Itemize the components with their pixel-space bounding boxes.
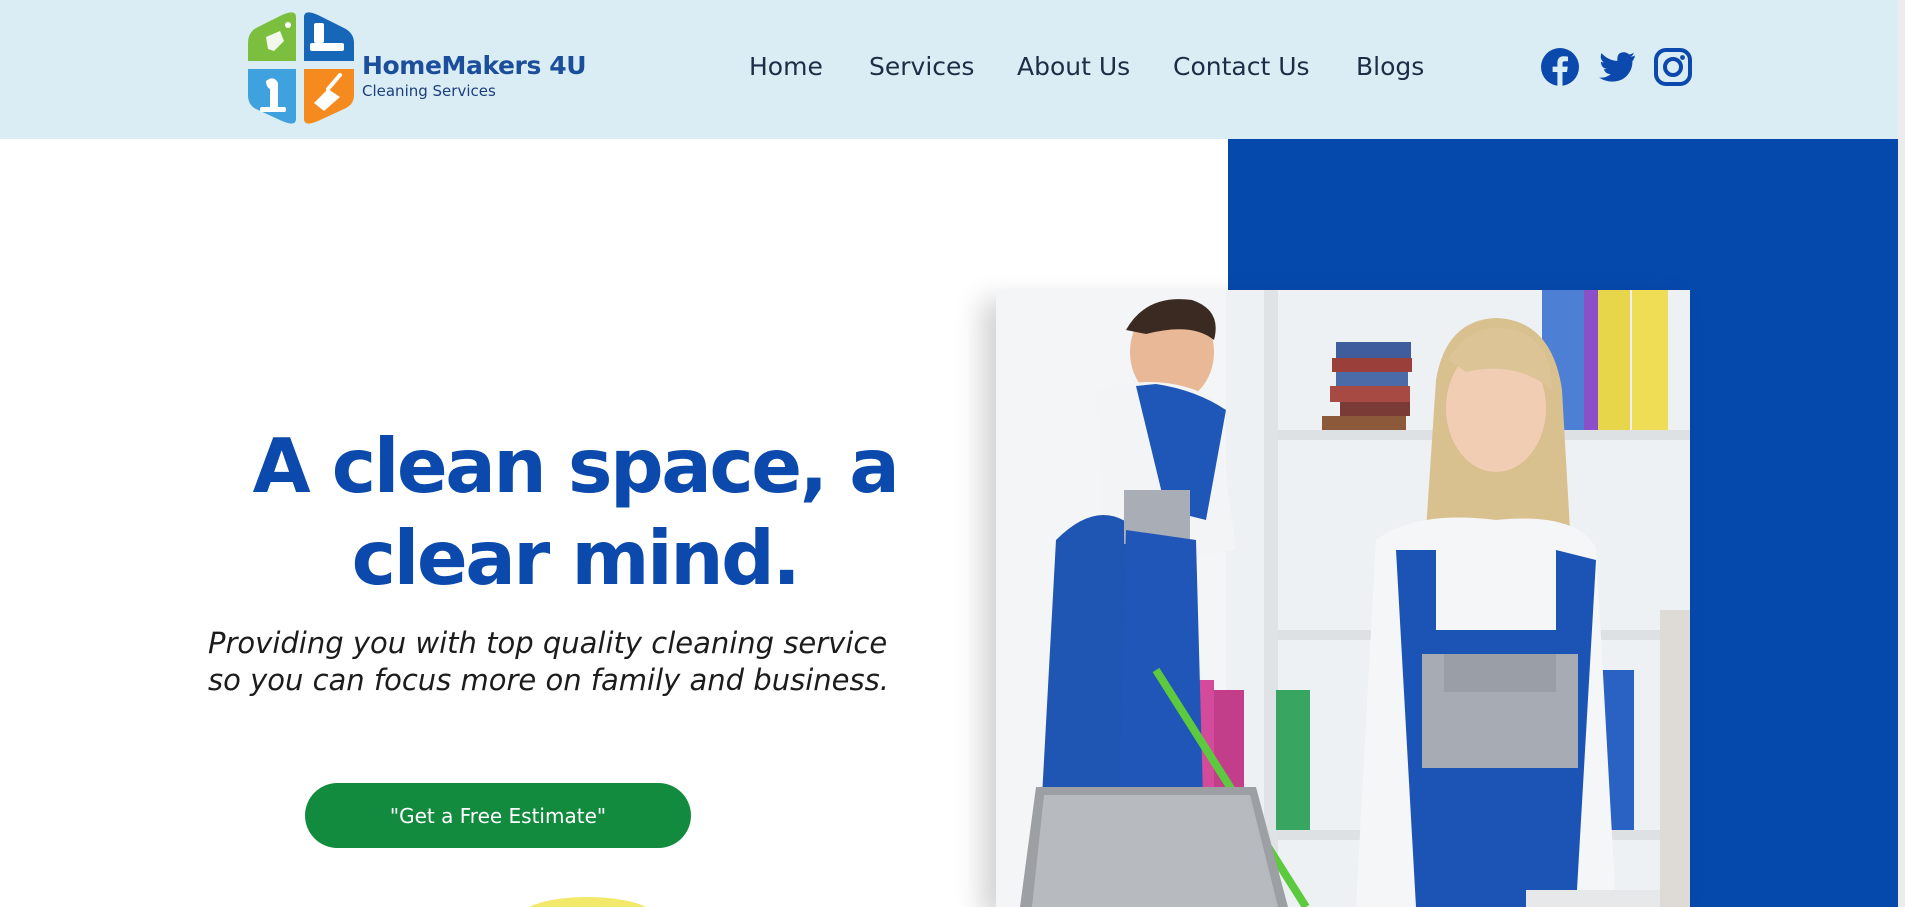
brand-logo[interactable]: HomeMakers 4U Cleaning Services [244,11,587,127]
logo-mark-icon [248,12,354,124]
nav-item-home[interactable]: Home [749,52,823,81]
brand-name: HomeMakers 4U [362,51,587,80]
hero-subtitle-line-2: so you can focus more on family and busi… [208,663,889,697]
hero-title: A clean space, a clear mind. [200,420,950,604]
hero-title-line-2: clear mind. [351,514,801,602]
scrollbar[interactable] [1898,0,1905,907]
instagram-icon[interactable] [1653,47,1693,87]
free-estimate-button[interactable]: "Get a Free Estimate" [305,783,691,848]
hero-title-line-1: A clean space, a [252,422,900,510]
nav-item-services[interactable]: Services [869,52,974,81]
nav-item-blogs[interactable]: Blogs [1356,52,1424,81]
hero-subtitle-line-1: Providing you with top quality cleaning … [208,626,888,660]
hero-subtitle: Providing you with top quality cleaning … [208,625,968,699]
facebook-icon[interactable] [1540,47,1580,87]
site-header: HomeMakers 4U Cleaning Services Home Ser… [0,0,1898,139]
hero-photo [996,290,1690,907]
decorative-blob [520,897,655,907]
nav-item-contact-us[interactable]: Contact Us [1173,52,1310,81]
nav-item-about-us[interactable]: About Us [1017,52,1130,81]
brand-tagline: Cleaning Services [362,82,496,100]
twitter-icon[interactable] [1597,47,1637,87]
